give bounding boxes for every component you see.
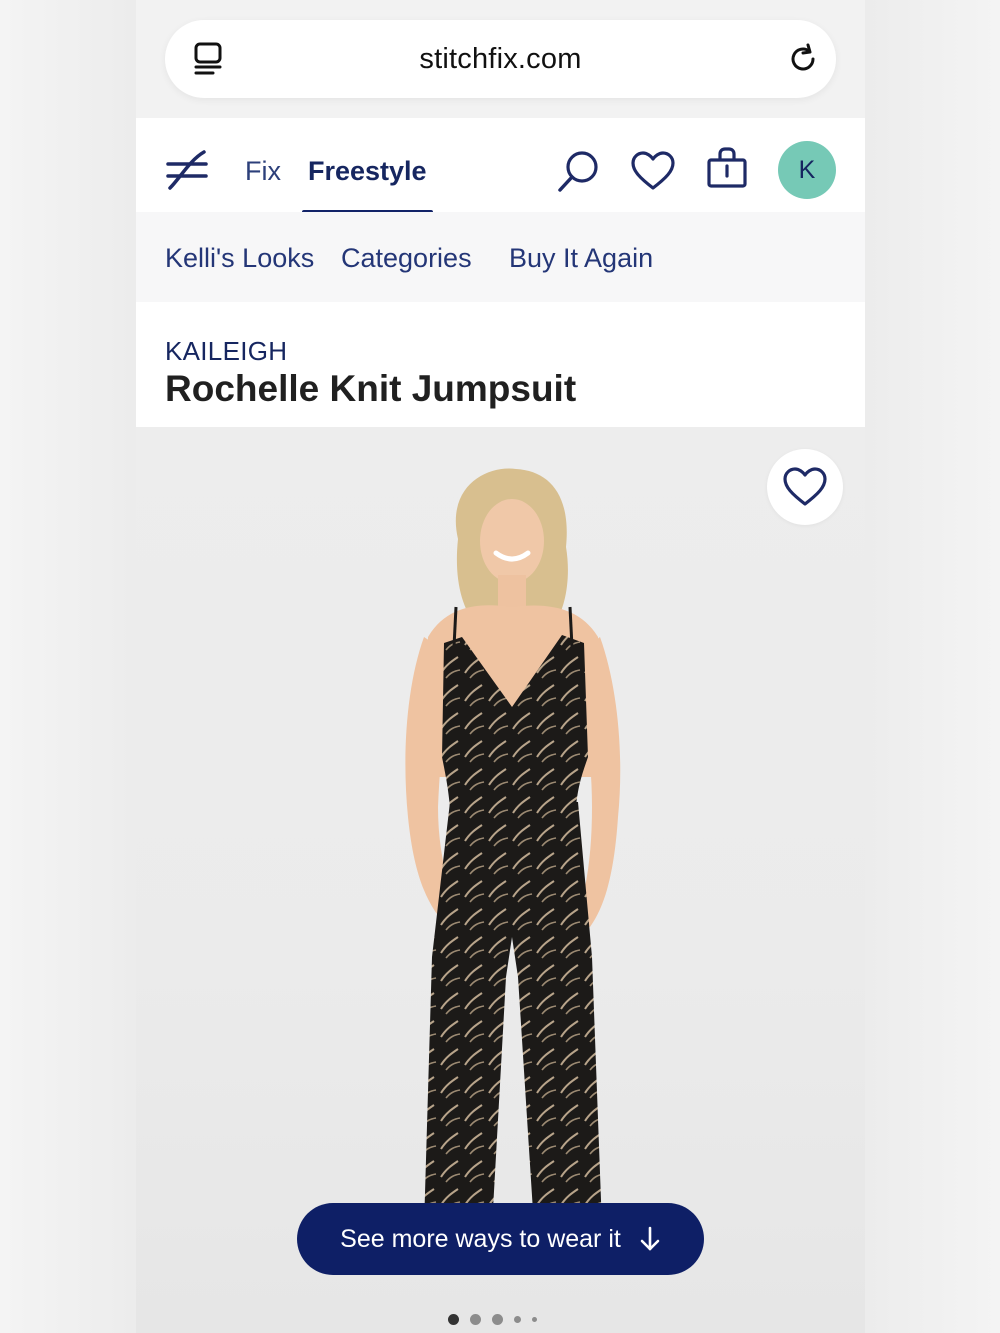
avatar[interactable]: K bbox=[778, 141, 836, 199]
sub-nav: Kelli's Looks Categories Buy It Again bbox=[136, 212, 865, 302]
cta-label: See more ways to wear it bbox=[340, 1224, 621, 1253]
carousel-dot[interactable] bbox=[532, 1316, 537, 1322]
background-right bbox=[865, 0, 1000, 1333]
arrow-down-icon bbox=[640, 1226, 660, 1251]
heart-icon bbox=[783, 467, 827, 506]
product-brand[interactable]: KAILEIGH bbox=[165, 336, 287, 367]
search-icon[interactable] bbox=[556, 148, 602, 194]
subnav-item-kellis-looks[interactable]: Kelli's Looks bbox=[165, 243, 314, 274]
product-title: Rochelle Knit Jumpsuit bbox=[165, 368, 577, 409]
carousel-dot[interactable] bbox=[492, 1313, 503, 1325]
url-text[interactable]: stitchfix.com bbox=[419, 43, 581, 76]
carousel-dot[interactable] bbox=[514, 1315, 521, 1323]
carousel-dot[interactable] bbox=[448, 1313, 459, 1325]
subnav-item-buy-it-again[interactable]: Buy It Again bbox=[509, 243, 653, 274]
tab-freestyle[interactable]: Freestyle bbox=[308, 156, 427, 187]
carousel-dot[interactable] bbox=[470, 1313, 481, 1325]
favorite-button[interactable] bbox=[767, 449, 843, 525]
tab-fix[interactable]: Fix bbox=[245, 156, 281, 187]
background-left bbox=[0, 0, 136, 1333]
see-more-ways-button[interactable]: See more ways to wear it bbox=[297, 1203, 704, 1275]
shopping-bag-icon[interactable] bbox=[705, 146, 749, 190]
tabs-icon[interactable] bbox=[193, 42, 223, 76]
avatar-initial: K bbox=[798, 155, 816, 184]
browser-url-bar[interactable]: stitchfix.com bbox=[165, 20, 836, 98]
top-nav: Fix Freestyle K bbox=[136, 118, 865, 214]
subnav-item-categories[interactable]: Categories bbox=[341, 243, 472, 274]
model-figure bbox=[405, 468, 621, 1263]
heart-icon[interactable] bbox=[630, 150, 676, 192]
product-image[interactable]: See more ways to wear it bbox=[136, 427, 865, 1333]
reload-icon[interactable] bbox=[786, 42, 820, 76]
stitchfix-logo-icon[interactable] bbox=[164, 148, 210, 192]
app-panel: Fix Freestyle K Kelli's Looks Categories… bbox=[136, 118, 865, 1333]
carousel-indicator[interactable] bbox=[448, 1312, 537, 1326]
